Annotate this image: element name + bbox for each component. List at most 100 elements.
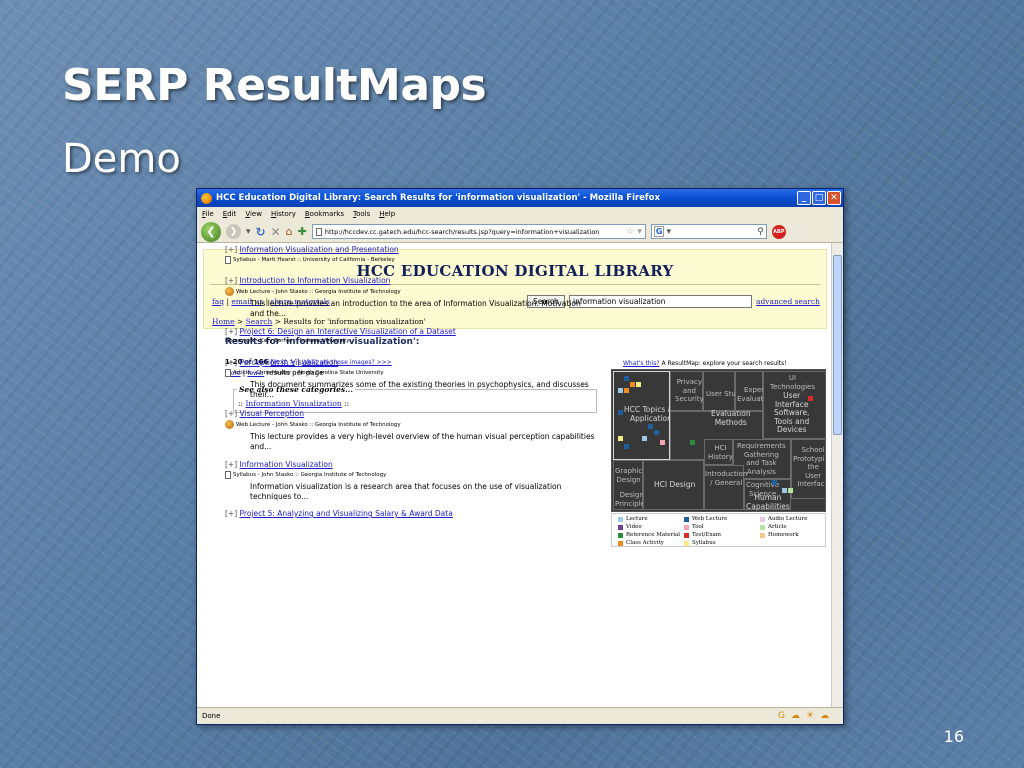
- result-source: Syllabus - John Stasko :: Georgia Instit…: [233, 472, 387, 478]
- treemap-tile[interactable]: [788, 488, 793, 493]
- history-dropdown-icon[interactable]: ▾: [246, 227, 251, 237]
- menu-edit[interactable]: Edit: [223, 210, 237, 218]
- treemap-region-graphic-design[interactable]: Graphic Design Design Principles: [613, 460, 649, 510]
- treemap-tile[interactable]: [654, 430, 659, 435]
- adblock-icon[interactable]: ABP: [771, 224, 786, 239]
- result-meta: Syllabus - John Stasko :: Georgia Instit…: [225, 471, 605, 479]
- legend-item: Lecture: [618, 516, 648, 522]
- expand-toggle[interactable]: [+]: [225, 245, 237, 254]
- google-icon[interactable]: G: [653, 226, 665, 237]
- treemap-region-human-capabilities[interactable]: Cognitive Science Human Capabilities: [744, 479, 791, 510]
- minimize-button[interactable]: _: [797, 191, 811, 205]
- close-button[interactable]: ✕: [827, 191, 841, 205]
- slide-number: 16: [943, 727, 964, 746]
- weather-icon: ☁: [790, 711, 800, 721]
- result-title-row: [+] Introduction to Information Visualiz…: [225, 276, 605, 285]
- google-status-icon[interactable]: G: [778, 711, 785, 721]
- menu-bookmarks[interactable]: Bookmarks: [305, 210, 344, 218]
- treemap-tile[interactable]: [648, 424, 653, 429]
- treemap-region-hci-history[interactable]: HCI History: [704, 439, 733, 465]
- treemap-tile[interactable]: [772, 480, 777, 485]
- expand-toggle[interactable]: [+]: [225, 460, 237, 469]
- stop-icon[interactable]: ✕: [271, 225, 281, 239]
- address-bar[interactable]: http://hccdev.cc.gatech.edu/hcc-search/r…: [311, 224, 646, 239]
- treemap-tile[interactable]: [636, 382, 641, 387]
- category-link[interactable]: Information Visualization: [245, 399, 341, 408]
- vertical-scrollbar[interactable]: [831, 243, 843, 709]
- result-title-link[interactable]: Perception in Visualization: [240, 358, 339, 367]
- expand-toggle[interactable]: [+]: [225, 409, 237, 418]
- legend-item: Tool: [684, 524, 704, 530]
- url-dropdown-icon[interactable]: ▾: [637, 227, 642, 237]
- result-title-link[interactable]: Project 5: Analyzing and Visualizing Sal…: [240, 509, 453, 518]
- legend-item: Reference Material: [618, 532, 680, 538]
- treemap-tile[interactable]: [660, 440, 665, 445]
- result-item: [+] Project 6: Design an Interactive Vis…: [225, 327, 605, 344]
- menu-history[interactable]: History: [271, 210, 296, 218]
- scrollbar-thumb[interactable]: [833, 255, 842, 435]
- maximize-button[interactable]: □: [812, 191, 826, 205]
- home-icon[interactable]: ⌂: [286, 225, 293, 238]
- treemap-region-intro-general[interactable]: Introduction / General: [704, 465, 747, 510]
- treemap-region-prototyping[interactable]: SchoolPrototypingtheUserInterface: [791, 439, 825, 499]
- reload-icon[interactable]: ↻: [256, 225, 266, 239]
- resultmap-treemap[interactable]: HCC Topics and Applications Privacy and Sec…: [611, 369, 826, 512]
- treemap-region-ui-software[interactable]: UI Technologies User Interface Software, Too…: [763, 371, 825, 439]
- treemap-tile[interactable]: [690, 440, 695, 445]
- browser-search-box[interactable]: G ▾ ⚲: [650, 224, 767, 239]
- menu-help[interactable]: Help: [379, 210, 395, 218]
- expand-toggle[interactable]: [+]: [225, 509, 237, 518]
- menu-view[interactable]: View: [245, 210, 262, 218]
- back-button[interactable]: ❮: [201, 221, 221, 242]
- search-engine-dropdown-icon[interactable]: ▾: [666, 227, 671, 237]
- result-item: [+] Information Visualization Syllabus - …: [225, 460, 605, 502]
- menu-file[interactable]: File: [202, 210, 214, 218]
- treemap-tile[interactable]: [618, 436, 623, 441]
- treemap-tile[interactable]: [624, 388, 629, 393]
- expand-toggle[interactable]: [+]: [225, 327, 237, 336]
- treemap-tile[interactable]: [630, 382, 635, 387]
- result-title-link[interactable]: Visual Perception: [240, 409, 304, 418]
- result-item: [+] Project 5: Analyzing and Visualizing…: [225, 509, 605, 518]
- treemap-region-privacy[interactable]: Privacy and Security: [670, 371, 704, 411]
- result-title-link[interactable]: Project 6: Design an Interactive Visuali…: [240, 327, 456, 336]
- treemap-tile[interactable]: [642, 436, 647, 441]
- result-title-link[interactable]: Information Visualization and Presentati…: [240, 245, 399, 254]
- treemap-region-user-studies[interactable]: User Studies: [703, 371, 750, 411]
- forward-button[interactable]: ❯: [226, 224, 241, 239]
- legend-label: Web Lecture: [692, 516, 728, 522]
- bookmark-add-icon[interactable]: ✚: [298, 225, 307, 238]
- legend-item: Video: [618, 524, 642, 530]
- treemap-tile[interactable]: [618, 388, 623, 393]
- legend-label: Reference Material: [626, 532, 680, 538]
- treemap-tile[interactable]: [808, 396, 813, 401]
- advanced-search-link[interactable]: advanced search: [756, 297, 820, 306]
- result-title-link[interactable]: Introduction to Information Visualizatio…: [240, 276, 391, 285]
- resultmap-label: What's this? A ResultMap: explore your s…: [623, 360, 787, 367]
- treemap-tile[interactable]: [618, 410, 623, 415]
- result-source: Web Lecture - John Stasko :: Georgia Ins…: [236, 421, 401, 428]
- treemap-tile[interactable]: [624, 376, 629, 381]
- expand-toggle[interactable]: [+]: [225, 276, 237, 285]
- result-description: This document summarizes some of the exi…: [250, 380, 589, 399]
- legend-swatch: [618, 516, 623, 522]
- expand-toggle[interactable]: [+]: [225, 358, 237, 367]
- menu-tools[interactable]: Tools: [353, 210, 370, 218]
- faq-link[interactable]: faq: [212, 297, 224, 306]
- whats-this-link[interactable]: What's this?: [623, 360, 660, 367]
- result-description: Information visualization is a research …: [250, 482, 562, 501]
- treemap-region-expert-eval[interactable]: Expert Evaluation: [735, 371, 774, 411]
- result-description: This lecture provides a very high-level …: [250, 432, 595, 451]
- treemap-region-hci-design[interactable]: HCI Design: [643, 460, 704, 510]
- search-go-icon[interactable]: ⚲: [757, 227, 764, 237]
- treemap-tile[interactable]: [624, 444, 629, 449]
- navigation-toolbar: ❮ ❯ ▾ ↻ ✕ ⌂ ✚ http://hccdev.cc.gatech.ed…: [197, 221, 843, 243]
- result-title-link[interactable]: Information Visualization: [240, 460, 333, 469]
- result-meta: Web Lecture - John Stasko :: Georgia Ins…: [225, 420, 605, 429]
- star-icon[interactable]: ☆: [626, 227, 634, 237]
- treemap-tile[interactable]: [782, 488, 787, 493]
- result-source: Web Lecture - John Stasko :: Georgia Ins…: [236, 288, 401, 295]
- result-meta: Homework - Katy Borner :: Indiana Univer…: [225, 338, 605, 344]
- result-item: [+] Perception in Visualization Article -…: [225, 358, 605, 400]
- treemap-region-hcc-topics[interactable]: HCC Topics and Applications: [613, 371, 682, 460]
